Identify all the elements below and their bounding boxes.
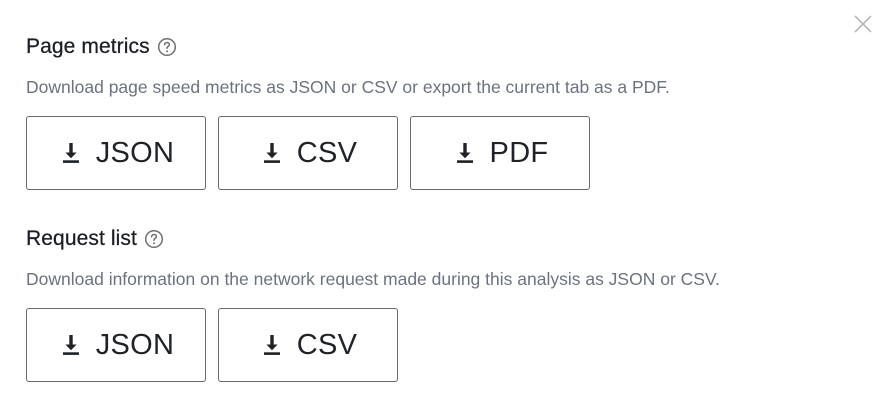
page-metrics-title: Page metrics: [26, 35, 150, 58]
download-json-button[interactable]: JSON: [26, 116, 206, 190]
request-list-header: Request list: [26, 225, 720, 253]
request-list-section: Request list Download information on the…: [26, 225, 720, 382]
export-pdf-button[interactable]: PDF: [410, 116, 590, 190]
download-icon: [58, 140, 84, 166]
page-metrics-description: Download page speed metrics as JSON or C…: [26, 77, 670, 97]
download-csv-button[interactable]: CSV: [218, 116, 398, 190]
download-csv-label: CSV: [296, 136, 358, 169]
download-icon: [452, 140, 478, 166]
export-pdf-label: PDF: [489, 136, 549, 169]
help-circle-icon[interactable]: [157, 37, 177, 57]
download-icon: [58, 332, 84, 358]
request-list-description: Download information on the network requ…: [26, 269, 720, 289]
close-icon: [852, 13, 874, 35]
request-download-json-button[interactable]: JSON: [26, 308, 206, 382]
page-metrics-buttons: JSON CSV PDF: [26, 116, 670, 190]
page-metrics-header: Page metrics: [26, 33, 670, 61]
help-circle-icon[interactable]: [144, 229, 164, 249]
request-download-csv-label: CSV: [296, 328, 358, 361]
page-metrics-section: Page metrics Download page speed metrics…: [26, 33, 670, 190]
request-list-title: Request list: [26, 227, 137, 250]
request-download-json-label: JSON: [95, 328, 175, 361]
close-button[interactable]: [852, 13, 874, 35]
download-icon: [259, 332, 285, 358]
download-icon: [259, 140, 285, 166]
download-json-label: JSON: [95, 136, 175, 169]
request-download-csv-button[interactable]: CSV: [218, 308, 398, 382]
request-list-buttons: JSON CSV: [26, 308, 720, 382]
